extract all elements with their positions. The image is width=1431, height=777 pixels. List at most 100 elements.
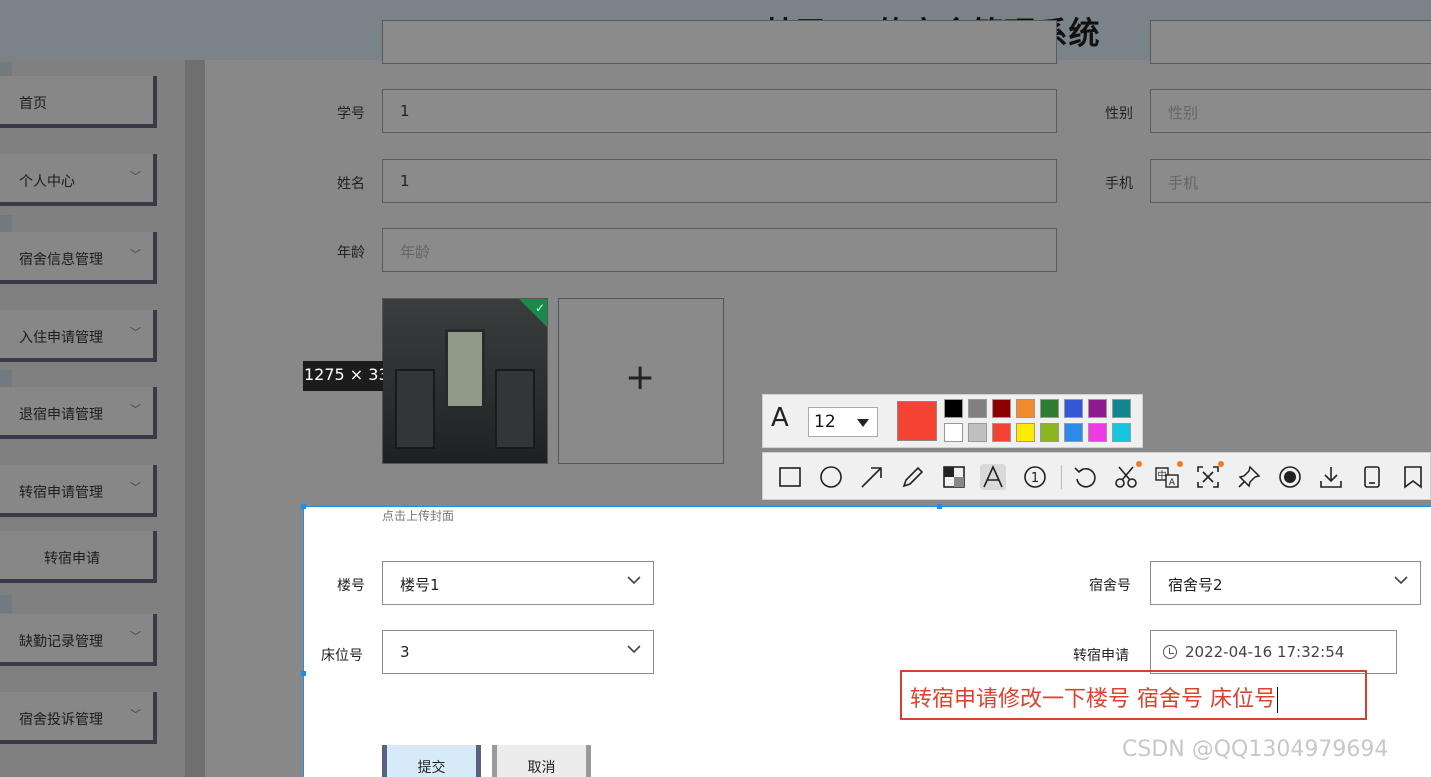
bookmark-icon[interactable] xyxy=(1400,464,1426,490)
phone-icon[interactable] xyxy=(1359,464,1385,490)
sidebar-item-checkout[interactable]: 退宿申请管理 ﹀ xyxy=(0,387,157,439)
text-icon[interactable] xyxy=(980,464,1006,490)
transfer-time-picker[interactable]: 2022-04-16 17:32:54 xyxy=(1150,630,1397,674)
translate-icon[interactable]: 中A xyxy=(1154,464,1180,490)
sidebar-item-label: 退宿申请管理 xyxy=(19,407,103,423)
color-swatch[interactable] xyxy=(944,399,963,418)
name-label: 姓名 xyxy=(337,176,365,192)
svg-text:A: A xyxy=(1169,478,1176,488)
sidebar-subitem-transfer-apply[interactable]: 转宿申请 xyxy=(0,531,157,583)
color-swatch[interactable] xyxy=(1112,423,1131,442)
current-color-swatch[interactable] xyxy=(897,401,937,441)
dropdown-arrow-icon xyxy=(857,419,869,427)
color-swatch[interactable] xyxy=(1088,399,1107,418)
clock-icon xyxy=(1163,645,1177,659)
sidebar-edge-decoration xyxy=(0,215,12,233)
transfer-time-value: 2022-04-16 17:32:54 xyxy=(1185,643,1345,661)
hidden-field-top-right[interactable] xyxy=(1150,20,1431,64)
age-input[interactable]: 年龄 xyxy=(382,228,1057,272)
watermark: CSDN @QQ1304979694 xyxy=(1122,737,1389,762)
font-size-select[interactable]: 12 xyxy=(808,407,878,437)
cut-icon[interactable] xyxy=(1113,464,1139,490)
resize-handle[interactable] xyxy=(301,504,306,509)
color-swatch[interactable] xyxy=(1064,423,1083,442)
pin-icon[interactable] xyxy=(1236,464,1262,490)
color-swatch[interactable] xyxy=(1040,423,1059,442)
record-icon[interactable] xyxy=(1277,464,1303,490)
dorm-no-select[interactable]: 宿舍号2 xyxy=(1150,561,1421,605)
sidebar-item-label: 宿舍投诉管理 xyxy=(19,712,103,728)
sidebar-scrollbar[interactable] xyxy=(185,60,205,777)
phone-input[interactable]: 手机 xyxy=(1150,159,1431,203)
pencil-icon[interactable] xyxy=(900,464,926,490)
resize-handle[interactable] xyxy=(937,504,942,509)
arrow-icon[interactable] xyxy=(859,464,885,490)
color-swatch[interactable] xyxy=(992,423,1011,442)
student-id-input[interactable]: 1 xyxy=(382,89,1057,133)
screen: 基于H5的宿舍管理系统 首页 个人中心 ﹀ 宿舍信息管理 ﹀ 入住申请管理 ﹀ … xyxy=(0,0,1431,777)
sidebar-item-profile[interactable]: 个人中心 ﹀ xyxy=(0,154,157,206)
chevron-down-icon: ﹀ xyxy=(130,326,141,339)
color-swatch[interactable] xyxy=(968,423,987,442)
color-swatch[interactable] xyxy=(944,423,963,442)
text-cursor xyxy=(1277,687,1278,713)
chevron-down-icon: ﹀ xyxy=(130,403,141,416)
sidebar-item-checkin[interactable]: 入住申请管理 ﹀ xyxy=(0,310,157,362)
uploaded-check-icon: ✓ xyxy=(519,299,547,327)
upload-cover-button[interactable]: + xyxy=(558,298,724,464)
ocr-icon[interactable] xyxy=(1195,464,1221,490)
cover-image-thumbnail[interactable]: ✓ xyxy=(382,298,548,464)
color-swatch[interactable] xyxy=(1016,423,1035,442)
bunk-bed-right xyxy=(495,369,535,449)
gender-label: 性别 xyxy=(1105,106,1133,122)
ellipse-icon[interactable] xyxy=(818,464,844,490)
hidden-field-top[interactable] xyxy=(382,20,1057,64)
download-icon[interactable] xyxy=(1318,464,1344,490)
age-label: 年龄 xyxy=(337,245,365,261)
color-swatch[interactable] xyxy=(992,399,1011,418)
gender-input[interactable]: 性别 xyxy=(1150,89,1431,133)
color-swatch[interactable] xyxy=(1064,399,1083,418)
building-select[interactable]: 楼号1 xyxy=(382,561,654,605)
bed-no-select[interactable]: 3 xyxy=(382,630,654,674)
svg-text:1: 1 xyxy=(1031,471,1039,486)
rectangle-icon[interactable] xyxy=(777,464,803,490)
mosaic-icon[interactable] xyxy=(941,464,967,490)
chevron-down-icon xyxy=(627,576,641,585)
submit-button[interactable]: 提交 xyxy=(382,745,481,777)
text-options-toolbar: A 12 xyxy=(762,394,1143,448)
sidebar-item-label: 入住申请管理 xyxy=(19,330,103,346)
number-marker-icon[interactable]: 1 xyxy=(1022,464,1048,490)
bunk-bed-left xyxy=(395,369,435,449)
svg-text:中: 中 xyxy=(1157,469,1166,481)
cancel-button[interactable]: 取消 xyxy=(492,745,591,777)
color-swatch[interactable] xyxy=(968,399,987,418)
font-icon: A xyxy=(771,403,789,433)
sidebar-item-home[interactable]: 首页 xyxy=(0,76,157,128)
bed-no-label: 床位号 xyxy=(321,648,363,664)
text-annotation-box[interactable]: 转宿申请修改一下楼号 宿舍号 床位号 xyxy=(900,670,1367,720)
chevron-down-icon: ﹀ xyxy=(130,170,141,183)
color-swatch[interactable] xyxy=(1112,399,1131,418)
chevron-down-icon xyxy=(627,645,641,654)
chevron-down-icon: ﹀ xyxy=(130,481,141,494)
name-input[interactable]: 1 xyxy=(382,159,1057,203)
color-swatch[interactable] xyxy=(1016,399,1035,418)
annotation-text: 转宿申请修改一下楼号 宿舍号 床位号 xyxy=(910,687,1276,712)
sidebar-item-transfer[interactable]: 转宿申请管理 ﹀ xyxy=(0,465,157,517)
sidebar-item-complaints[interactable]: 宿舍投诉管理 ﹀ xyxy=(0,692,157,744)
resize-handle[interactable] xyxy=(301,671,306,676)
sidebar-item-label: 个人中心 xyxy=(19,174,75,190)
color-swatch[interactable] xyxy=(1088,423,1107,442)
undo-icon[interactable] xyxy=(1072,464,1098,490)
new-feature-dot xyxy=(1218,461,1224,467)
new-feature-dot xyxy=(1177,461,1183,467)
transfer-time-label: 转宿申请 xyxy=(1073,648,1129,664)
building-select-value: 楼号1 xyxy=(400,576,440,594)
sidebar-item-dorm-info[interactable]: 宿舍信息管理 ﹀ xyxy=(0,232,157,284)
upload-cover-hint: 点击上传封面 xyxy=(382,509,455,523)
color-swatch[interactable] xyxy=(1040,399,1059,418)
dorm-window xyxy=(445,329,485,409)
font-size-value: 12 xyxy=(814,412,836,432)
sidebar-item-absence[interactable]: 缺勤记录管理 ﹀ xyxy=(0,614,157,666)
